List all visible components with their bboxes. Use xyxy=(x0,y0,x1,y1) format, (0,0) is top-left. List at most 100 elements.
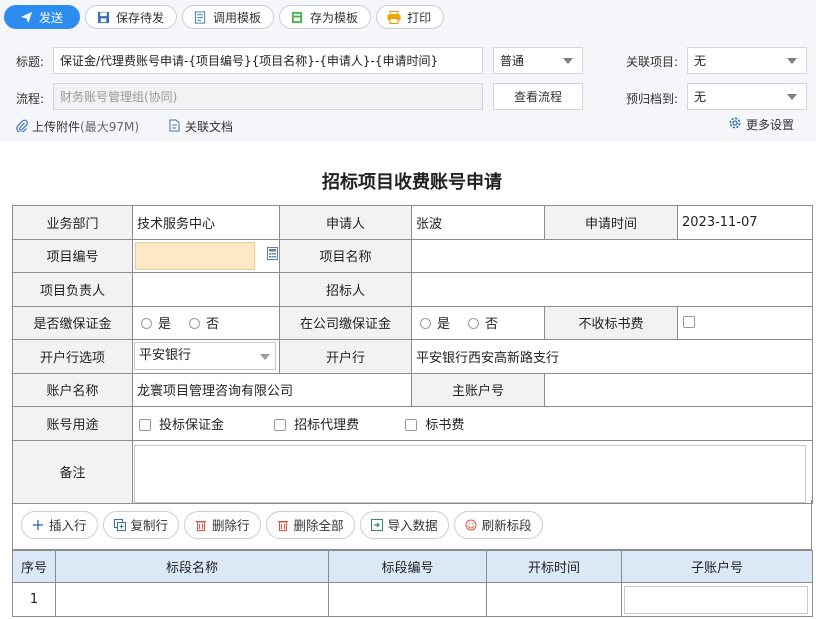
related-project-select[interactable]: 无 xyxy=(687,47,807,74)
print-button[interactable]: 打印 xyxy=(376,5,445,29)
printer-icon xyxy=(387,10,401,24)
apply-time-label: 申请时间 xyxy=(544,205,678,240)
usage-deposit-checkbox[interactable] xyxy=(139,418,151,431)
bank-option-cell: 平安银行 xyxy=(132,339,280,374)
plus-icon xyxy=(32,519,44,531)
project-name-value[interactable] xyxy=(411,238,813,273)
company-deposit-yes-radio[interactable] xyxy=(420,318,431,330)
column-header: 序号 xyxy=(12,550,56,583)
paperclip-icon xyxy=(16,119,28,135)
flow-input[interactable]: 财务账号管理组(协同) xyxy=(53,83,483,110)
save-draft-button[interactable]: 保存待发 xyxy=(85,5,178,29)
save-template-button[interactable]: 存为模板 xyxy=(279,5,372,29)
sub-account-cell xyxy=(621,582,813,617)
related-document-link[interactable]: 关联文档 xyxy=(168,118,233,135)
flow-label: 流程: xyxy=(16,92,45,106)
project-no-label: 项目编号 xyxy=(12,238,133,273)
table-header-row: 序号 标段名称 标段编号 开标时间 子账户号 xyxy=(12,550,813,583)
bank-value: 平安银行西安高新路支行 xyxy=(411,339,813,374)
main-account-value[interactable] xyxy=(544,372,813,407)
trash-icon xyxy=(277,519,289,531)
open-time-cell[interactable] xyxy=(486,582,622,617)
import-data-button[interactable]: 导入数据 xyxy=(359,510,449,539)
deposit-paid-label: 是否缴保证金 xyxy=(12,305,133,340)
form-row: 账户名称 龙寰项目管理咨询有限公司 主账户号 xyxy=(12,372,813,407)
project-no-cell xyxy=(132,238,280,273)
save-template-icon xyxy=(290,10,304,24)
applicant-value: 张波 xyxy=(411,205,545,240)
section-no-cell[interactable] xyxy=(328,582,487,617)
related-project-label: 关联项目: xyxy=(626,55,679,69)
copy-row-button[interactable]: 复制行 xyxy=(102,510,180,539)
toolbar: 发送 保存待发 调用模板 存为模板 打印 xyxy=(4,5,445,29)
no-fee-cell xyxy=(677,305,813,340)
section-name-cell[interactable] xyxy=(55,582,329,617)
view-flow-button[interactable]: 查看流程 xyxy=(493,83,583,110)
dept-value: 技术服务中心 xyxy=(132,205,280,240)
priority-select[interactable]: 普通 xyxy=(493,47,583,74)
calculator-icon[interactable] xyxy=(267,247,279,264)
application-form: 业务部门 技术服务中心 申请人 张波 申请时间 2023-11-07 项目编号 … xyxy=(12,205,813,504)
column-header: 开标时间 xyxy=(486,550,622,583)
chevron-down-icon xyxy=(260,354,270,361)
remark-label: 备注 xyxy=(12,439,133,504)
column-header: 标段名称 xyxy=(55,550,329,583)
copy-icon xyxy=(113,518,126,531)
form-row: 项目编号 项目名称 xyxy=(12,238,813,273)
main-account-label: 主账户号 xyxy=(411,372,545,407)
bank-option-label: 开户行选项 xyxy=(12,339,133,374)
usage-options: 投标保证金 招标代理费 标书费 xyxy=(132,406,813,441)
send-button[interactable]: 发送 xyxy=(4,5,81,29)
applicant-label: 申请人 xyxy=(279,205,412,240)
usage-doc-fee-checkbox[interactable] xyxy=(405,418,418,431)
form-row: 业务部门 技术服务中心 申请人 张波 申请时间 2023-11-07 xyxy=(12,205,813,240)
gear-icon xyxy=(728,116,742,133)
chevron-down-icon xyxy=(563,58,573,64)
deposit-no-radio[interactable] xyxy=(189,318,201,330)
delete-row-button[interactable]: 删除行 xyxy=(184,510,261,539)
more-settings-link[interactable]: 更多设置 xyxy=(728,116,794,133)
title-input[interactable]: 保证金/代理费账号申请-{项目编号}{项目名称}-{申请人}-{申请时间} xyxy=(53,47,483,74)
column-header: 子账户号 xyxy=(621,550,813,583)
apply-time-value: 2023-11-07 xyxy=(677,205,813,240)
deposit-paid-radios: 是 否 xyxy=(132,305,280,340)
form-row: 是否缴保证金 是 否 在公司缴保证金 是 否 不收标书费 xyxy=(12,305,813,340)
project-lead-label: 项目负责人 xyxy=(12,272,133,307)
usage-agency-fee-checkbox[interactable] xyxy=(274,418,287,431)
account-name-label: 账户名称 xyxy=(12,372,133,407)
sub-account-input[interactable] xyxy=(624,585,808,614)
insert-row-button[interactable]: 插入行 xyxy=(21,510,98,539)
bidder-value[interactable] xyxy=(411,272,813,307)
save-icon xyxy=(96,10,110,24)
upload-attachment-link[interactable]: 上传附件 (最大97M) xyxy=(16,118,139,135)
title-label: 标题: xyxy=(16,55,45,69)
use-template-button[interactable]: 调用模板 xyxy=(182,5,275,29)
bank-label: 开户行 xyxy=(279,339,412,374)
project-no-input[interactable] xyxy=(135,241,255,270)
project-name-label: 项目名称 xyxy=(279,238,412,273)
form-row: 备注 xyxy=(12,439,813,504)
form-row: 账号用途 投标保证金 招标代理费 标书费 xyxy=(12,406,813,441)
usage-label: 账号用途 xyxy=(12,406,133,441)
template-icon xyxy=(193,10,207,24)
row-number: 1 xyxy=(12,582,56,617)
chevron-down-icon xyxy=(787,94,797,100)
import-icon xyxy=(370,518,383,531)
table-row: 1 xyxy=(12,582,813,617)
sections-table: 序号 标段名称 标段编号 开标时间 子账户号 1 xyxy=(12,550,813,617)
project-lead-value[interactable] xyxy=(132,272,280,307)
no-fee-checkbox[interactable] xyxy=(683,316,695,329)
refresh-sections-button[interactable]: 刷新标段 xyxy=(453,510,543,539)
header-panel: 发送 保存待发 调用模板 存为模板 打印 标题: 保证金/代理费账号申请-{项目… xyxy=(0,0,816,142)
form-title: 招标项目收费账号申请 xyxy=(322,172,502,193)
archive-select[interactable]: 无 xyxy=(687,83,807,110)
company-deposit-no-radio[interactable] xyxy=(468,318,480,330)
trash-icon xyxy=(195,519,207,531)
remark-textarea[interactable] xyxy=(134,444,806,503)
company-deposit-radios: 是 否 xyxy=(411,305,545,340)
bank-option-select[interactable]: 平安银行 xyxy=(134,342,276,371)
document-icon xyxy=(168,119,181,135)
delete-all-button[interactable]: 删除全部 xyxy=(265,510,355,539)
deposit-yes-radio[interactable] xyxy=(141,318,152,330)
company-deposit-label: 在公司缴保证金 xyxy=(279,305,412,340)
